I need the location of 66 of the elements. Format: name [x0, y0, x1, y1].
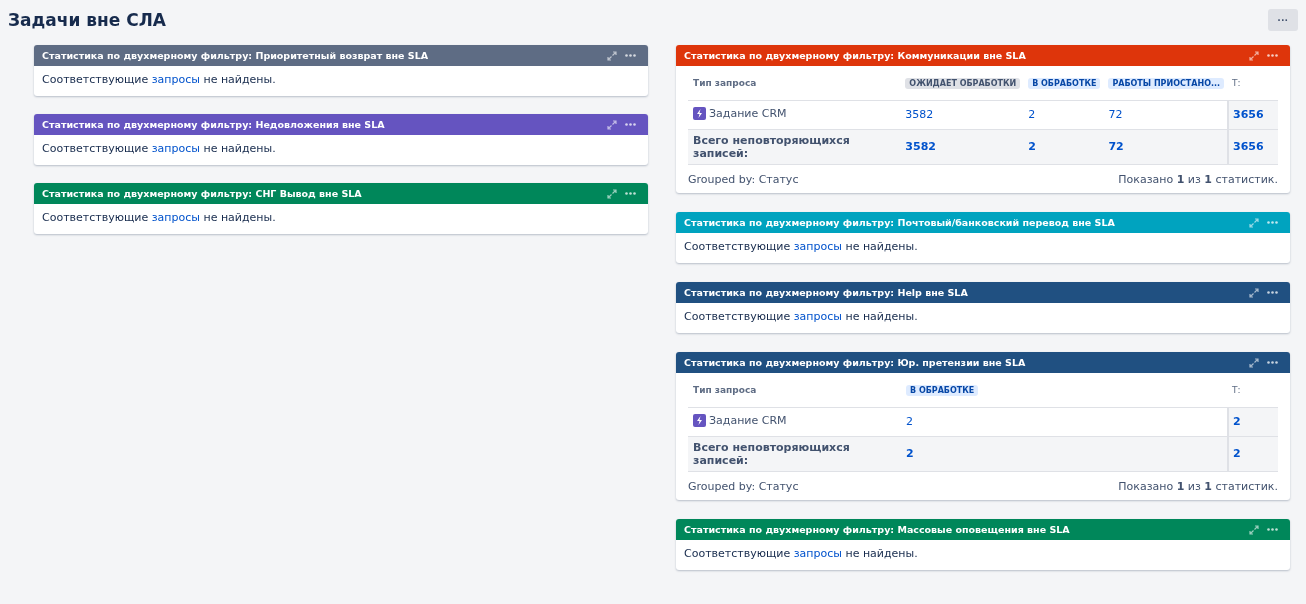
total-link[interactable]: 2: [1233, 415, 1241, 428]
more-icon[interactable]: [625, 123, 636, 126]
request-type: Задание CRM: [709, 106, 787, 120]
more-icon[interactable]: [1267, 361, 1278, 364]
grouped-by-text: Grouped by: Статус: [688, 173, 799, 186]
count-link[interactable]: 72: [1108, 140, 1124, 154]
lightning-icon: [693, 106, 706, 120]
count-link[interactable]: 2: [906, 447, 914, 461]
total-header: Т:: [1232, 384, 1241, 395]
expand-icon[interactable]: [1249, 524, 1259, 535]
expand-icon[interactable]: [1249, 217, 1259, 228]
grouped-by-text: Grouped by: Статус: [688, 480, 799, 493]
gadget-title: Статистика по двухмерному фильтру: Коммуникации вне SLA: [684, 50, 1027, 61]
lightning-icon: [693, 413, 706, 427]
gadget-title: Статистика по двухмерному фильтру: Приоритетный возврат вне SLA: [42, 50, 430, 61]
count-link[interactable]: 2: [1028, 108, 1036, 121]
more-icon[interactable]: [1267, 221, 1278, 224]
expand-icon[interactable]: [607, 188, 617, 199]
requests-link[interactable]: запросы: [151, 142, 200, 155]
request-type: Задание CRM: [709, 413, 787, 427]
gadget-title: Статистика по двухмерному фильтру: Help вне SLA: [684, 287, 969, 298]
gadget-title: Статистика по двухмерному фильтру: Почтовый/банковский перевод вне SLA: [684, 217, 1116, 228]
requests-link[interactable]: запросы: [151, 73, 200, 86]
more-icon[interactable]: [1267, 291, 1278, 294]
more-menu-button[interactable]: ···: [1268, 9, 1298, 31]
expand-icon[interactable]: [607, 119, 617, 130]
count-link[interactable]: 3582: [905, 108, 934, 121]
more-icon[interactable]: [625, 192, 636, 195]
count-link[interactable]: 2: [906, 415, 913, 428]
expand-icon[interactable]: [1249, 357, 1259, 368]
dashboard-title: Задачи вне СЛА: [8, 10, 166, 30]
more-icon[interactable]: [1267, 54, 1278, 57]
status-lozenge: В ОБРАБОТКЕ: [1028, 77, 1101, 89]
gadget-title: Статистика по двухмерному фильтру: Массовые оповещения вне SLA: [684, 524, 1071, 535]
totals-label: Всего неповторяющихся записей:: [693, 440, 850, 467]
total-link[interactable]: 2: [1233, 447, 1241, 461]
status-lozenge: В ОБРАБОТКЕ: [906, 384, 979, 396]
shown-count-text: Показано 1 из 1 статистик.: [1118, 173, 1278, 186]
expand-icon[interactable]: [607, 50, 617, 61]
gadget-title: Статистика по двухмерному фильтру: СНГ Вывод вне SLA: [42, 188, 363, 199]
column-header: Тип запроса: [693, 384, 757, 395]
more-icon[interactable]: [625, 54, 636, 57]
gadget-title: Статистика по двухмерному фильтру: Юр. претензии вне SLA: [684, 357, 1027, 368]
status-lozenge: ОЖИДАЕТ ОБРАБОТКИ: [905, 77, 1021, 89]
status-lozenge: РАБОТЫ ПРИОСТАНО...: [1108, 77, 1225, 89]
shown-count-text: Показано 1 из 1 статистик.: [1118, 480, 1278, 493]
empty-message: Соответствующие запросы не найдены.: [684, 547, 918, 560]
count-link[interactable]: 3582: [905, 140, 936, 154]
empty-message: Соответствующие запросы не найдены.: [684, 240, 918, 253]
count-link[interactable]: 2: [1028, 140, 1036, 154]
empty-message: Соответствующие запросы не найдены.: [42, 211, 276, 224]
expand-icon[interactable]: [1249, 287, 1259, 298]
empty-message: Соответствующие запросы не найдены.: [684, 310, 918, 323]
requests-link[interactable]: запросы: [793, 240, 842, 253]
column-header: Тип запроса: [693, 77, 757, 88]
requests-link[interactable]: запросы: [793, 310, 842, 323]
totals-label: Всего неповторяющихся записей:: [693, 133, 850, 160]
more-icon[interactable]: [1267, 528, 1278, 531]
count-link[interactable]: 72: [1108, 108, 1123, 121]
gadget-title: Статистика по двухмерному фильтру: Недовложения вне SLA: [42, 119, 386, 130]
requests-link[interactable]: запросы: [151, 211, 200, 224]
empty-message: Соответствующие запросы не найдены.: [42, 73, 276, 86]
total-header: Т:: [1232, 77, 1241, 88]
requests-link[interactable]: запросы: [793, 547, 842, 560]
empty-message: Соответствующие запросы не найдены.: [42, 142, 276, 155]
expand-icon[interactable]: [1249, 50, 1259, 61]
